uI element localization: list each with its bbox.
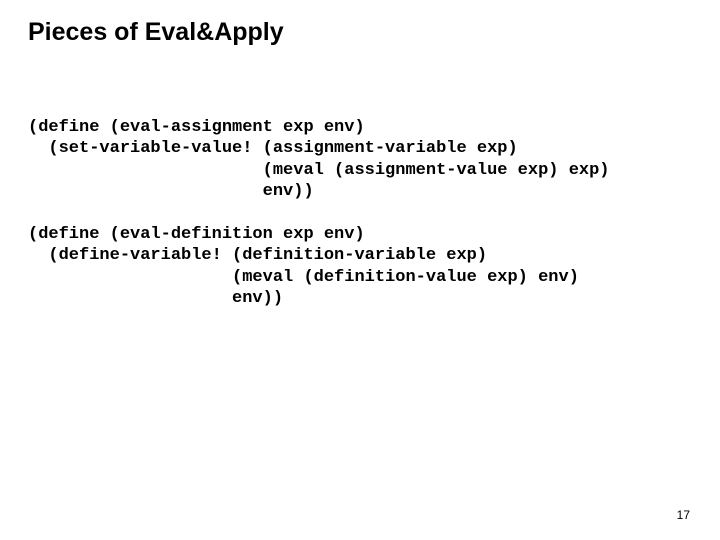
page-number: 17 (677, 508, 690, 522)
code-block-eval-assignment: (define (eval-assignment exp env) (set-v… (28, 117, 692, 202)
slide: Pieces of Eval&Apply (define (eval-assig… (0, 0, 720, 540)
code-block-eval-definition: (define (eval-definition exp env) (defin… (28, 224, 692, 309)
slide-title: Pieces of Eval&Apply (28, 18, 692, 47)
